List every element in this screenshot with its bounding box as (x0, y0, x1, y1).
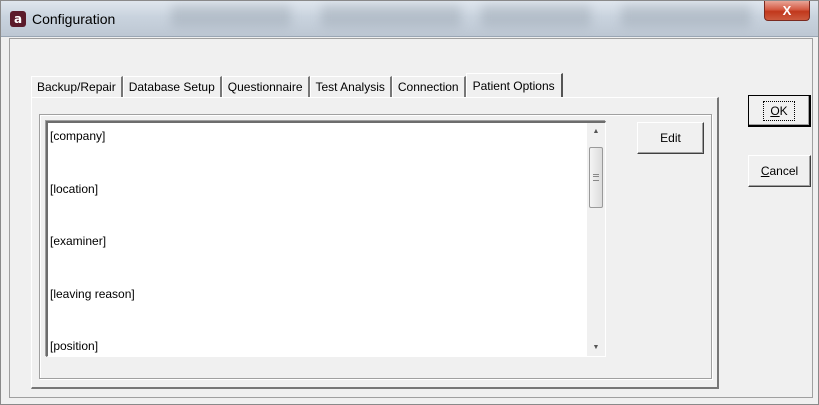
list-item-company[interactable]: [company] (50, 129, 580, 182)
cancel-button[interactable]: Cancel (748, 155, 811, 187)
cancel-label-rest: ancel (769, 164, 799, 178)
tab-label: Questionnaire (227, 80, 303, 94)
ok-mnemonic: O (770, 103, 780, 118)
app-logo-icon[interactable]: a (10, 11, 26, 27)
list-item-leaving-reason[interactable]: [leaving reason] (50, 287, 580, 340)
tab-label: Test Analysis (315, 80, 385, 94)
tab-patient-options[interactable]: Patient Options (465, 73, 563, 98)
tab-questionnaire[interactable]: Questionnaire (221, 76, 310, 97)
tab-label: Connection (397, 80, 459, 94)
list-item-examiner[interactable]: [examiner] (50, 234, 580, 287)
ok-label-rest: K (779, 103, 788, 118)
cancel-button-label: Cancel (761, 164, 798, 178)
configuration-window: a Configuration X Backup/Repair Database… (0, 0, 819, 405)
tab-connection[interactable]: Connection (391, 76, 466, 97)
ok-button-label: OK (763, 100, 795, 121)
blurred-background-region (171, 5, 291, 27)
chevron-down-icon: ▼ (592, 344, 600, 351)
tab-test-analysis[interactable]: Test Analysis (309, 76, 392, 97)
tab-strip: Backup/Repair Database Setup Questionnai… (31, 73, 563, 98)
ok-button[interactable]: OK (748, 95, 811, 127)
blurred-background-region (321, 5, 461, 27)
grip-icon (593, 174, 599, 181)
patient-options-listbox[interactable]: [company] [location] [examiner] [leaving… (46, 121, 606, 357)
tab-backup-repair[interactable]: Backup/Repair (31, 76, 123, 97)
title-bar[interactable]: a Configuration X (1, 1, 818, 37)
scroll-down-button[interactable]: ▼ (587, 339, 605, 356)
edit-button-label: Edit (660, 131, 681, 145)
scroll-thumb[interactable] (589, 147, 603, 208)
chevron-up-icon: ▲ (592, 128, 600, 135)
list-items: [company] [location] [examiner] [leaving… (50, 129, 580, 356)
edit-button[interactable]: Edit (637, 122, 704, 154)
scroll-up-button[interactable]: ▲ (587, 123, 605, 140)
app-icon-letter: a (13, 12, 23, 26)
list-item-location[interactable]: [location] (50, 182, 580, 235)
tab-label: Backup/Repair (37, 80, 116, 94)
tab-label: Database Setup (128, 80, 215, 94)
list-item-position[interactable]: [position] (50, 339, 580, 356)
close-button[interactable]: X (764, 1, 810, 21)
blurred-background-region (481, 5, 591, 27)
blurred-background-region (621, 5, 751, 27)
vertical-scrollbar[interactable]: ▲ ▼ (587, 123, 605, 356)
window-title: Configuration (32, 11, 116, 27)
tab-label: Patient Options (472, 79, 555, 93)
tab-database-setup[interactable]: Database Setup (122, 76, 222, 97)
close-icon: X (782, 3, 792, 18)
